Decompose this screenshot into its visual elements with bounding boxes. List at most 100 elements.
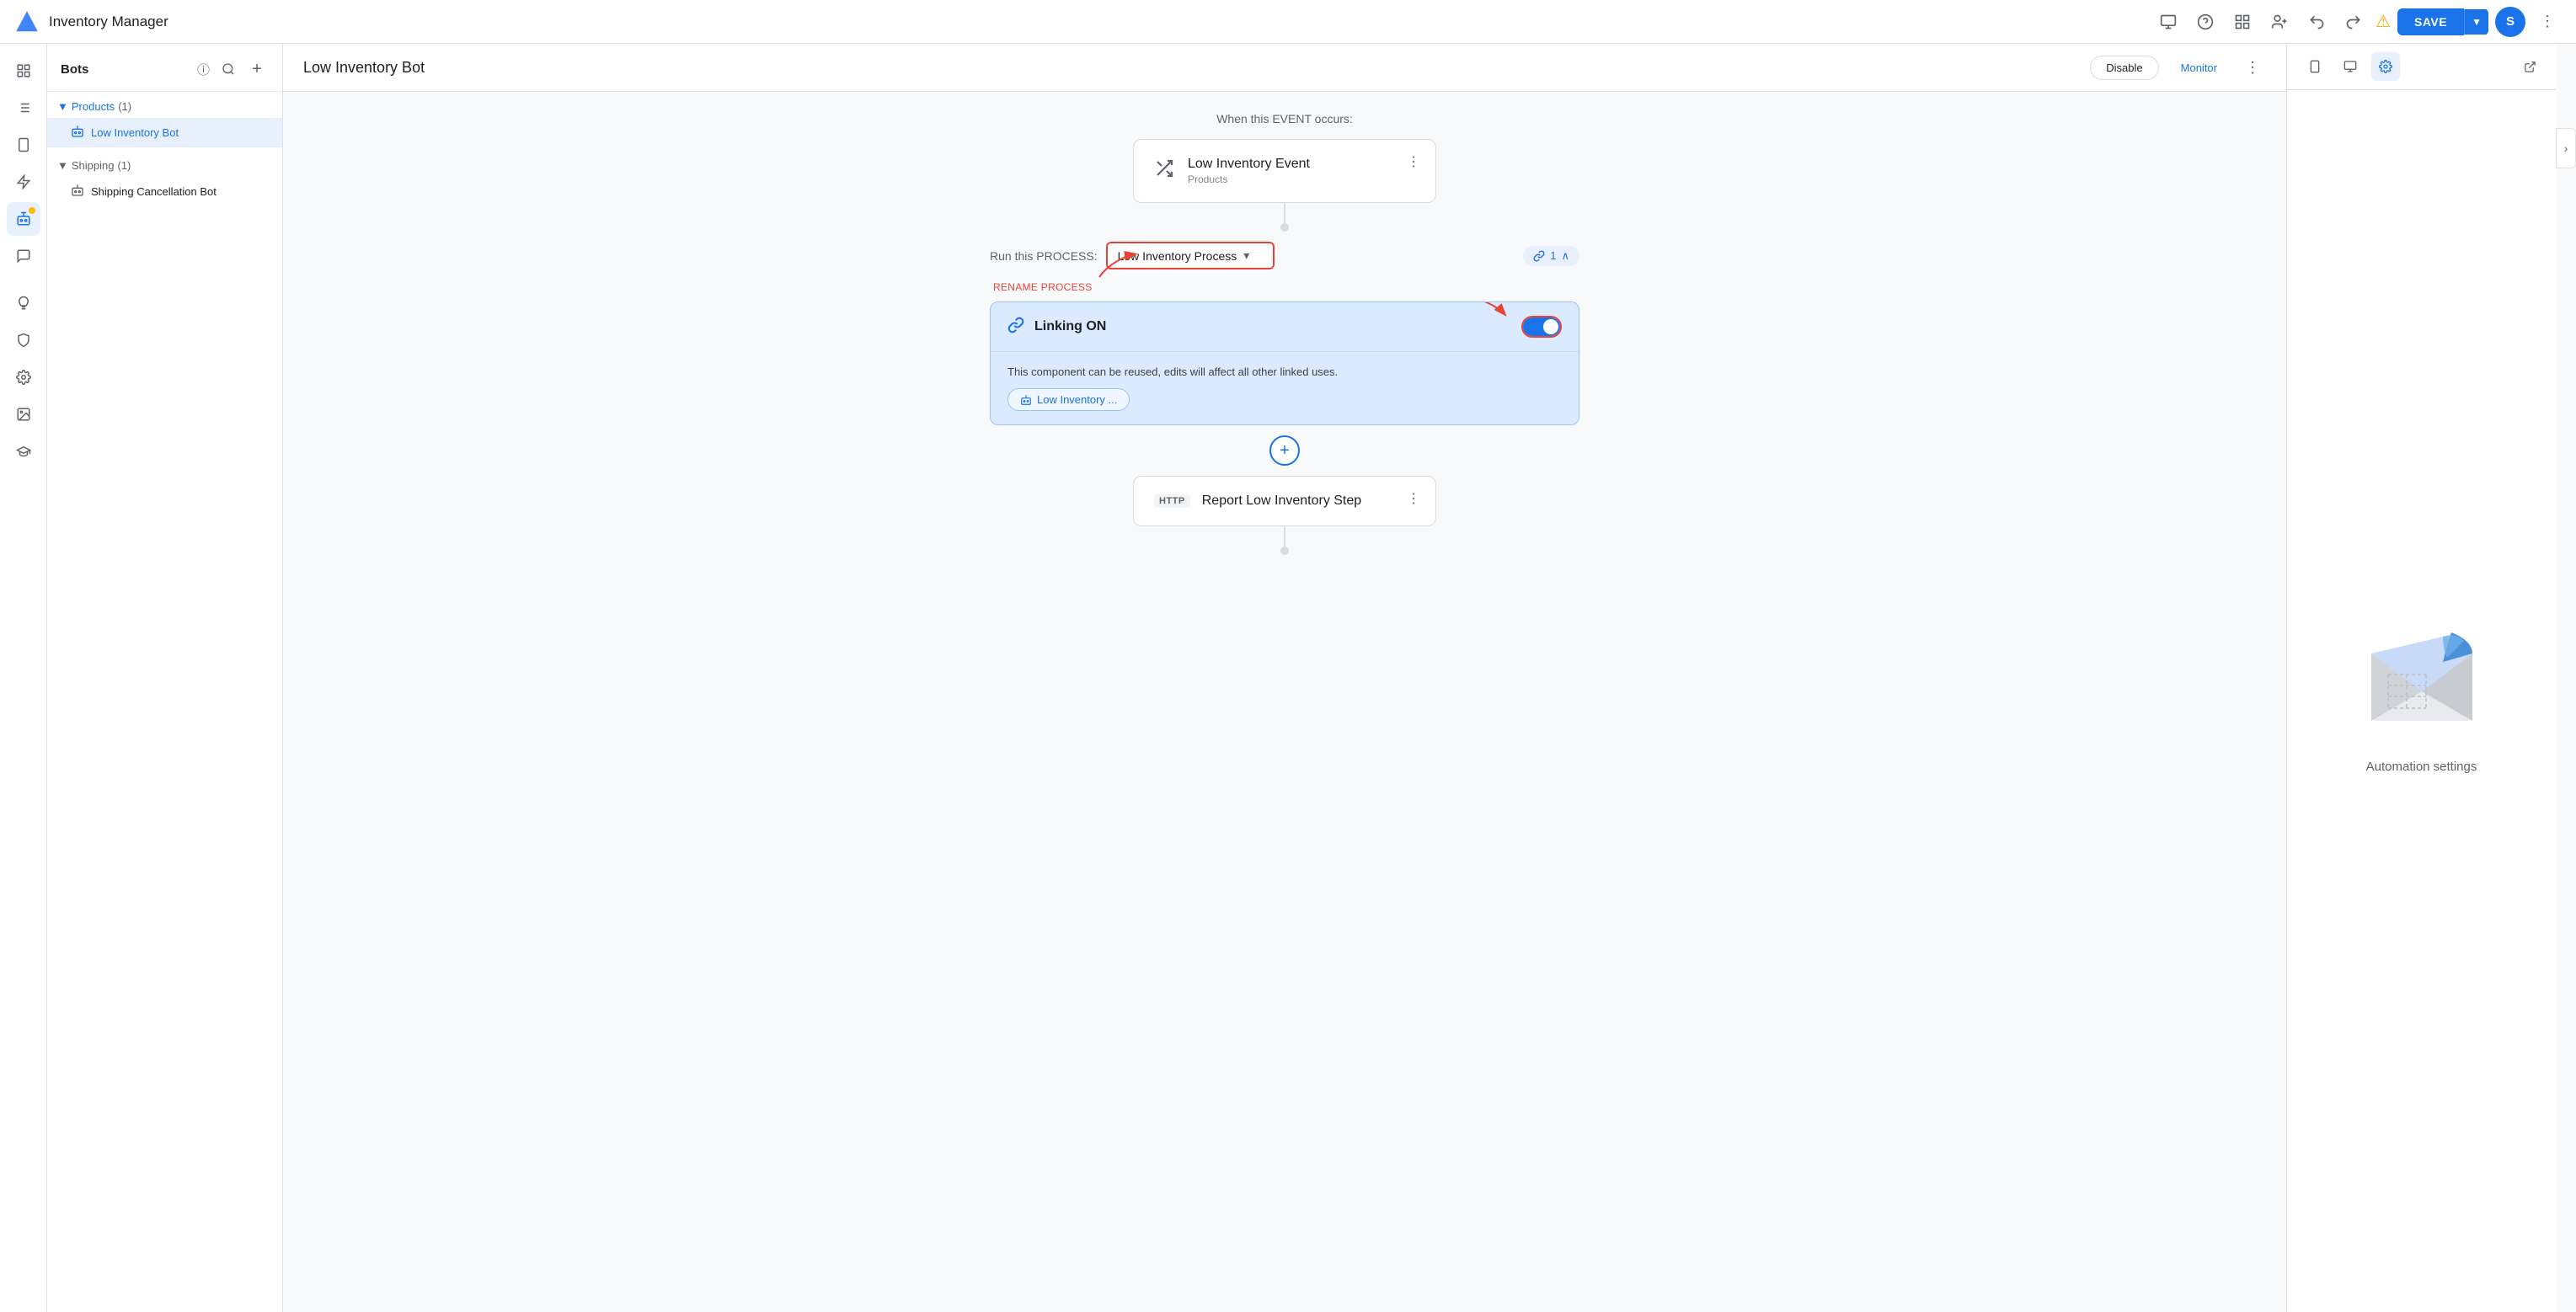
products-count: (1)	[118, 100, 131, 113]
icon-sidebar	[0, 44, 47, 1312]
grid-nav-icon[interactable]	[2227, 7, 2258, 37]
connector-line-2	[1284, 526, 1285, 547]
right-panel-body: Automation settings	[2287, 90, 2556, 1312]
more-nav-icon[interactable]: ⋮	[2532, 7, 2563, 37]
shipping-chevron-icon: ▼	[57, 159, 68, 172]
add-step-button[interactable]: +	[1269, 435, 1300, 466]
event-card-icon	[1154, 158, 1174, 184]
right-panel-collapse-button[interactable]: ›	[2556, 128, 2576, 168]
http-card-menu-button[interactable]: ⋮	[1402, 487, 1425, 510]
event-card-subtitle: Products	[1188, 173, 1310, 185]
sidebar-bulb-icon[interactable]	[7, 286, 40, 320]
sidebar-grad-icon[interactable]	[7, 435, 40, 468]
disable-button[interactable]: Disable	[2090, 56, 2158, 80]
sidebar-chat-icon[interactable]	[7, 239, 40, 273]
connector-dot-2	[1280, 547, 1289, 555]
http-card[interactable]: ⋮ HTTP Report Low Inventory Step	[1133, 476, 1436, 526]
bots-info-icon: ⓘ	[197, 61, 210, 78]
settings-label: Automation settings	[2366, 760, 2477, 774]
sidebar-gear-icon[interactable]	[7, 360, 40, 394]
right-panel-toolbar	[2287, 44, 2556, 90]
linking-description: This component can be reused, edits will…	[1007, 365, 1562, 378]
redo-nav-icon[interactable]	[2338, 7, 2369, 37]
add-person-nav-icon[interactable]	[2264, 7, 2295, 37]
sidebar-phone-icon[interactable]	[7, 128, 40, 162]
rename-label: RENAME PROCESS	[990, 281, 1093, 300]
event-label: When this EVENT occurs:	[1216, 112, 1353, 125]
bots-header-icons: +	[216, 57, 269, 81]
event-card[interactable]: ⋮ Low Inventory Event Products	[1133, 139, 1436, 203]
process-link-badge[interactable]: 1 ∧	[1523, 246, 1579, 266]
link-icon	[1007, 317, 1024, 338]
shipping-count: (1)	[117, 159, 131, 172]
settings-illustration	[2363, 628, 2481, 746]
right-panel-settings-icon[interactable]	[2371, 52, 2400, 81]
undo-nav-icon[interactable]	[2301, 7, 2332, 37]
bots-add-button[interactable]: +	[245, 57, 269, 81]
shipping-section: ▼ Shipping (1) Shipping Cancellation Bot	[47, 151, 282, 210]
warning-icon: ⚠	[2376, 11, 2391, 32]
bots-title: Bots	[61, 62, 190, 77]
linked-bot-chip[interactable]: Low Inventory ...	[1007, 388, 1130, 411]
user-avatar[interactable]: S	[2495, 7, 2525, 37]
http-badge: HTTP	[1154, 494, 1190, 508]
linked-bot-label: Low Inventory ...	[1037, 393, 1117, 406]
connector-dot-1	[1280, 223, 1289, 232]
sidebar-bot-icon[interactable]	[7, 202, 40, 236]
monitor-nav-icon[interactable]	[2153, 7, 2183, 37]
header-more-button[interactable]: ⋮	[2239, 54, 2266, 81]
bots-panel: Bots ⓘ + ▼ Products (1) Low Inventory Bo…	[47, 44, 283, 1312]
bots-search-button[interactable]	[216, 57, 240, 81]
shipping-section-label: Shipping	[72, 159, 115, 172]
process-select-arrow-icon: ▾	[1243, 248, 1249, 263]
canvas-area: When this EVENT occurs: ⋮ Low Inventory …	[283, 92, 2286, 1312]
connector-1	[1280, 203, 1289, 232]
content-title: Low Inventory Bot	[303, 59, 2080, 77]
toggle-knob	[1543, 319, 1558, 334]
rename-area: RENAME PROCESS	[990, 280, 1579, 293]
connector-line-1	[1284, 203, 1285, 223]
right-panel-external-link-button[interactable]	[2517, 54, 2542, 79]
app-logo: Inventory Manager	[13, 8, 168, 35]
sidebar-grid-icon[interactable]	[7, 54, 40, 88]
save-button[interactable]: SAVE	[2397, 8, 2464, 35]
shipping-section-header[interactable]: ▼ Shipping (1)	[47, 154, 282, 177]
products-section-header[interactable]: ▼ Products (1)	[47, 95, 282, 118]
bot-item-icon	[71, 125, 84, 141]
low-inventory-bot-item[interactable]: Low Inventory Bot	[47, 118, 282, 147]
linking-toggle[interactable]	[1521, 316, 1562, 338]
bots-header: Bots ⓘ +	[47, 44, 282, 92]
right-panel-desktop-icon[interactable]	[2336, 52, 2365, 81]
link-badge-count: 1	[1550, 249, 1556, 262]
linking-title: Linking ON	[1034, 319, 1521, 334]
linking-card: Linking ON	[990, 301, 1579, 425]
toggle-arrow-icon	[1452, 301, 1511, 320]
sidebar-shield-icon[interactable]	[7, 323, 40, 357]
process-label: Run this PROCESS:	[990, 249, 1098, 263]
products-section-label: Products	[72, 100, 115, 113]
save-dropdown-button[interactable]: ▼	[2464, 9, 2488, 35]
http-card-content: HTTP Report Low Inventory Step	[1154, 493, 1415, 509]
monitor-button[interactable]: Monitor	[2169, 56, 2229, 79]
http-card-title: Report Low Inventory Step	[1202, 493, 1361, 509]
app-title: Inventory Manager	[49, 13, 168, 30]
help-nav-icon[interactable]	[2190, 7, 2221, 37]
collapse-handle-area: ›	[2556, 44, 2576, 1312]
link-badge-chevron-icon: ∧	[1561, 249, 1569, 263]
event-card-title: Low Inventory Event	[1188, 157, 1310, 172]
sidebar-image-icon[interactable]	[7, 397, 40, 431]
rename-arrow-icon	[1091, 248, 1141, 281]
sidebar-list-icon[interactable]	[7, 91, 40, 125]
shipping-cancellation-bot-label: Shipping Cancellation Bot	[91, 185, 216, 198]
linking-body: This component can be reused, edits will…	[991, 352, 1579, 424]
shipping-bot-icon	[71, 184, 84, 200]
main-content: Low Inventory Bot Disable Monitor ⋮ When…	[283, 44, 2286, 1312]
bot-badge	[29, 207, 35, 214]
top-nav: Inventory Manager ⚠ SAVE ▼ S ⋮	[0, 0, 2576, 44]
right-panel-phone-icon[interactable]	[2301, 52, 2329, 81]
low-inventory-bot-label: Low Inventory Bot	[91, 126, 179, 139]
event-card-menu-button[interactable]: ⋮	[1402, 150, 1425, 173]
sidebar-bolt-icon[interactable]	[7, 165, 40, 199]
shipping-cancellation-bot-item[interactable]: Shipping Cancellation Bot	[47, 177, 282, 206]
main-layout: Bots ⓘ + ▼ Products (1) Low Inventory Bo…	[0, 44, 2576, 1312]
